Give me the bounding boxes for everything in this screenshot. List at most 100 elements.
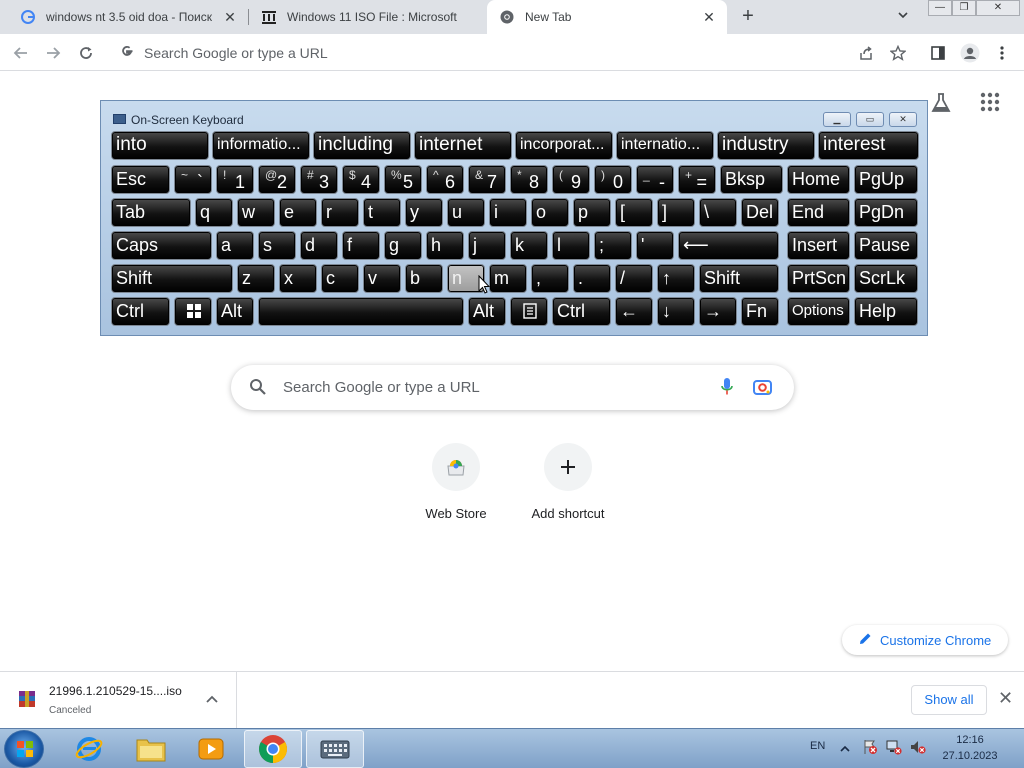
key-menu[interactable] — [510, 297, 548, 326]
ntp-search-box[interactable] — [231, 365, 794, 410]
key-a[interactable]: a — [216, 231, 254, 260]
prediction-2[interactable]: informatio... — [212, 131, 310, 160]
key-f[interactable]: f — [342, 231, 380, 260]
tab-search-chevron-icon[interactable] — [896, 8, 914, 26]
minimize-window-button[interactable]: — — [928, 0, 952, 16]
profile-avatar-icon[interactable] — [957, 40, 983, 66]
side-panel-icon[interactable] — [925, 40, 951, 66]
key-m[interactable]: m — [489, 264, 527, 293]
key-h[interactable]: h — [426, 231, 464, 260]
key-ScrLk[interactable]: ScrLk — [854, 264, 918, 293]
close-tab-icon[interactable]: ✕ — [701, 9, 717, 25]
key-6[interactable]: ^ 6 — [426, 165, 464, 194]
key-.[interactable]: . — [573, 264, 611, 293]
input-language-indicator[interactable]: EN — [810, 740, 825, 752]
key-0[interactable]: ) 0 — [594, 165, 632, 194]
key-Tab[interactable]: Tab — [111, 198, 191, 227]
shortcut-add[interactable]: Add shortcut — [513, 443, 623, 521]
system-clock[interactable]: 12:16 27.10.2023 — [940, 732, 1000, 764]
on-screen-keyboard-window[interactable]: On-Screen Keyboard ▁ ▭ ✕ into informatio.… — [100, 100, 928, 336]
bookmark-star-icon[interactable] — [885, 40, 911, 66]
key-3[interactable]: #3 — [300, 165, 338, 194]
key-\[interactable]: \ — [699, 198, 737, 227]
key-2[interactable]: @2 — [258, 165, 296, 194]
reload-button[interactable] — [73, 40, 99, 66]
key-8[interactable]: * 8 — [510, 165, 548, 194]
key-w[interactable]: w — [237, 198, 275, 227]
key-windows[interactable] — [174, 297, 212, 326]
key-PgDn[interactable]: PgDn — [854, 198, 918, 227]
prediction-8[interactable]: interest — [818, 131, 919, 160]
forward-button[interactable] — [40, 40, 66, 66]
key-fn[interactable]: Fn — [741, 297, 779, 326]
key-u[interactable]: u — [447, 198, 485, 227]
action-center-flag-icon[interactable] — [862, 739, 878, 760]
restore-window-button[interactable]: ❐ — [952, 0, 976, 16]
network-status-icon[interactable] — [886, 739, 902, 760]
key-arrow-left[interactable]: ← — [615, 297, 653, 326]
key-z[interactable]: z — [237, 264, 275, 293]
key--[interactable]: _ - — [636, 165, 674, 194]
prediction-5[interactable]: incorporat... — [515, 131, 613, 160]
ntp-search-input[interactable] — [283, 379, 703, 396]
new-tab-button[interactable]: + — [737, 6, 759, 28]
key-q[interactable]: q — [195, 198, 233, 227]
key-,[interactable]: , — [531, 264, 569, 293]
address-input[interactable] — [144, 44, 744, 61]
key-[[interactable]: [ — [615, 198, 653, 227]
key-Esc[interactable]: Esc — [111, 165, 170, 194]
key-Caps[interactable]: Caps — [111, 231, 212, 260]
key-s[interactable]: s — [258, 231, 296, 260]
google-lens-camera-icon[interactable] — [753, 378, 772, 401]
key-4[interactable]: $4 — [342, 165, 380, 194]
key-=[interactable]: + = — [678, 165, 716, 194]
key-End[interactable]: End — [787, 198, 850, 227]
on-screen-keyboard-taskbar-icon[interactable] — [306, 730, 364, 768]
key-5[interactable]: % 5 — [384, 165, 422, 194]
voice-search-mic-icon[interactable] — [721, 378, 733, 401]
prediction-1[interactable]: into — [111, 131, 209, 160]
key-ctrl-left[interactable]: Ctrl — [111, 297, 170, 326]
key-j[interactable]: j — [468, 231, 506, 260]
chevron-up-icon[interactable] — [206, 693, 218, 707]
key-k[interactable]: k — [510, 231, 548, 260]
key-/[interactable]: / — [615, 264, 653, 293]
key-`[interactable]: ~ ` — [174, 165, 212, 194]
osk-close-button[interactable]: ✕ — [889, 112, 917, 127]
windows-explorer-icon[interactable] — [122, 730, 180, 768]
key-r[interactable]: r — [321, 198, 359, 227]
volume-muted-icon[interactable] — [910, 739, 926, 760]
close-tab-icon[interactable]: ✕ — [222, 9, 238, 25]
key-;[interactable]: ; — [594, 231, 632, 260]
share-icon[interactable] — [853, 40, 879, 66]
tab-archive-org[interactable]: Windows 11 ISO File : Microsoft — [249, 0, 487, 34]
prediction-6[interactable]: internatio... — [616, 131, 714, 160]
chrome-menu-icon[interactable] — [989, 40, 1015, 66]
show-all-downloads-button[interactable]: Show all — [911, 685, 987, 715]
key-1[interactable]: ! 1 — [216, 165, 254, 194]
key-g[interactable]: g — [384, 231, 422, 260]
key-t[interactable]: t — [363, 198, 401, 227]
key-alt-left[interactable]: Alt — [216, 297, 254, 326]
key-Bksp[interactable]: Bksp — [720, 165, 783, 194]
key-↑[interactable]: ↑ — [657, 264, 695, 293]
internet-explorer-icon[interactable] — [60, 730, 118, 768]
key-Insert[interactable]: Insert — [787, 231, 850, 260]
key-options[interactable]: Options — [787, 297, 850, 326]
key-o[interactable]: o — [531, 198, 569, 227]
key-'[interactable]: ' — [636, 231, 674, 260]
key-arrow-right[interactable]: → — [699, 297, 737, 326]
google-apps-icon[interactable] — [980, 92, 1000, 117]
key-9[interactable]: (9 — [552, 165, 590, 194]
labs-flask-icon[interactable] — [930, 92, 952, 119]
key-c[interactable]: c — [321, 264, 359, 293]
key-arrow-down[interactable]: ↓ — [657, 297, 695, 326]
key-l[interactable]: l — [552, 231, 590, 260]
prediction-7[interactable]: industry — [717, 131, 815, 160]
key-Del[interactable]: Del — [741, 198, 779, 227]
key-d[interactable]: d — [300, 231, 338, 260]
back-button[interactable] — [8, 40, 34, 66]
tab-new-tab[interactable]: New Tab ✕ — [487, 0, 727, 34]
shortcut-web-store[interactable]: Web Store — [401, 443, 511, 521]
key-v[interactable]: v — [363, 264, 401, 293]
